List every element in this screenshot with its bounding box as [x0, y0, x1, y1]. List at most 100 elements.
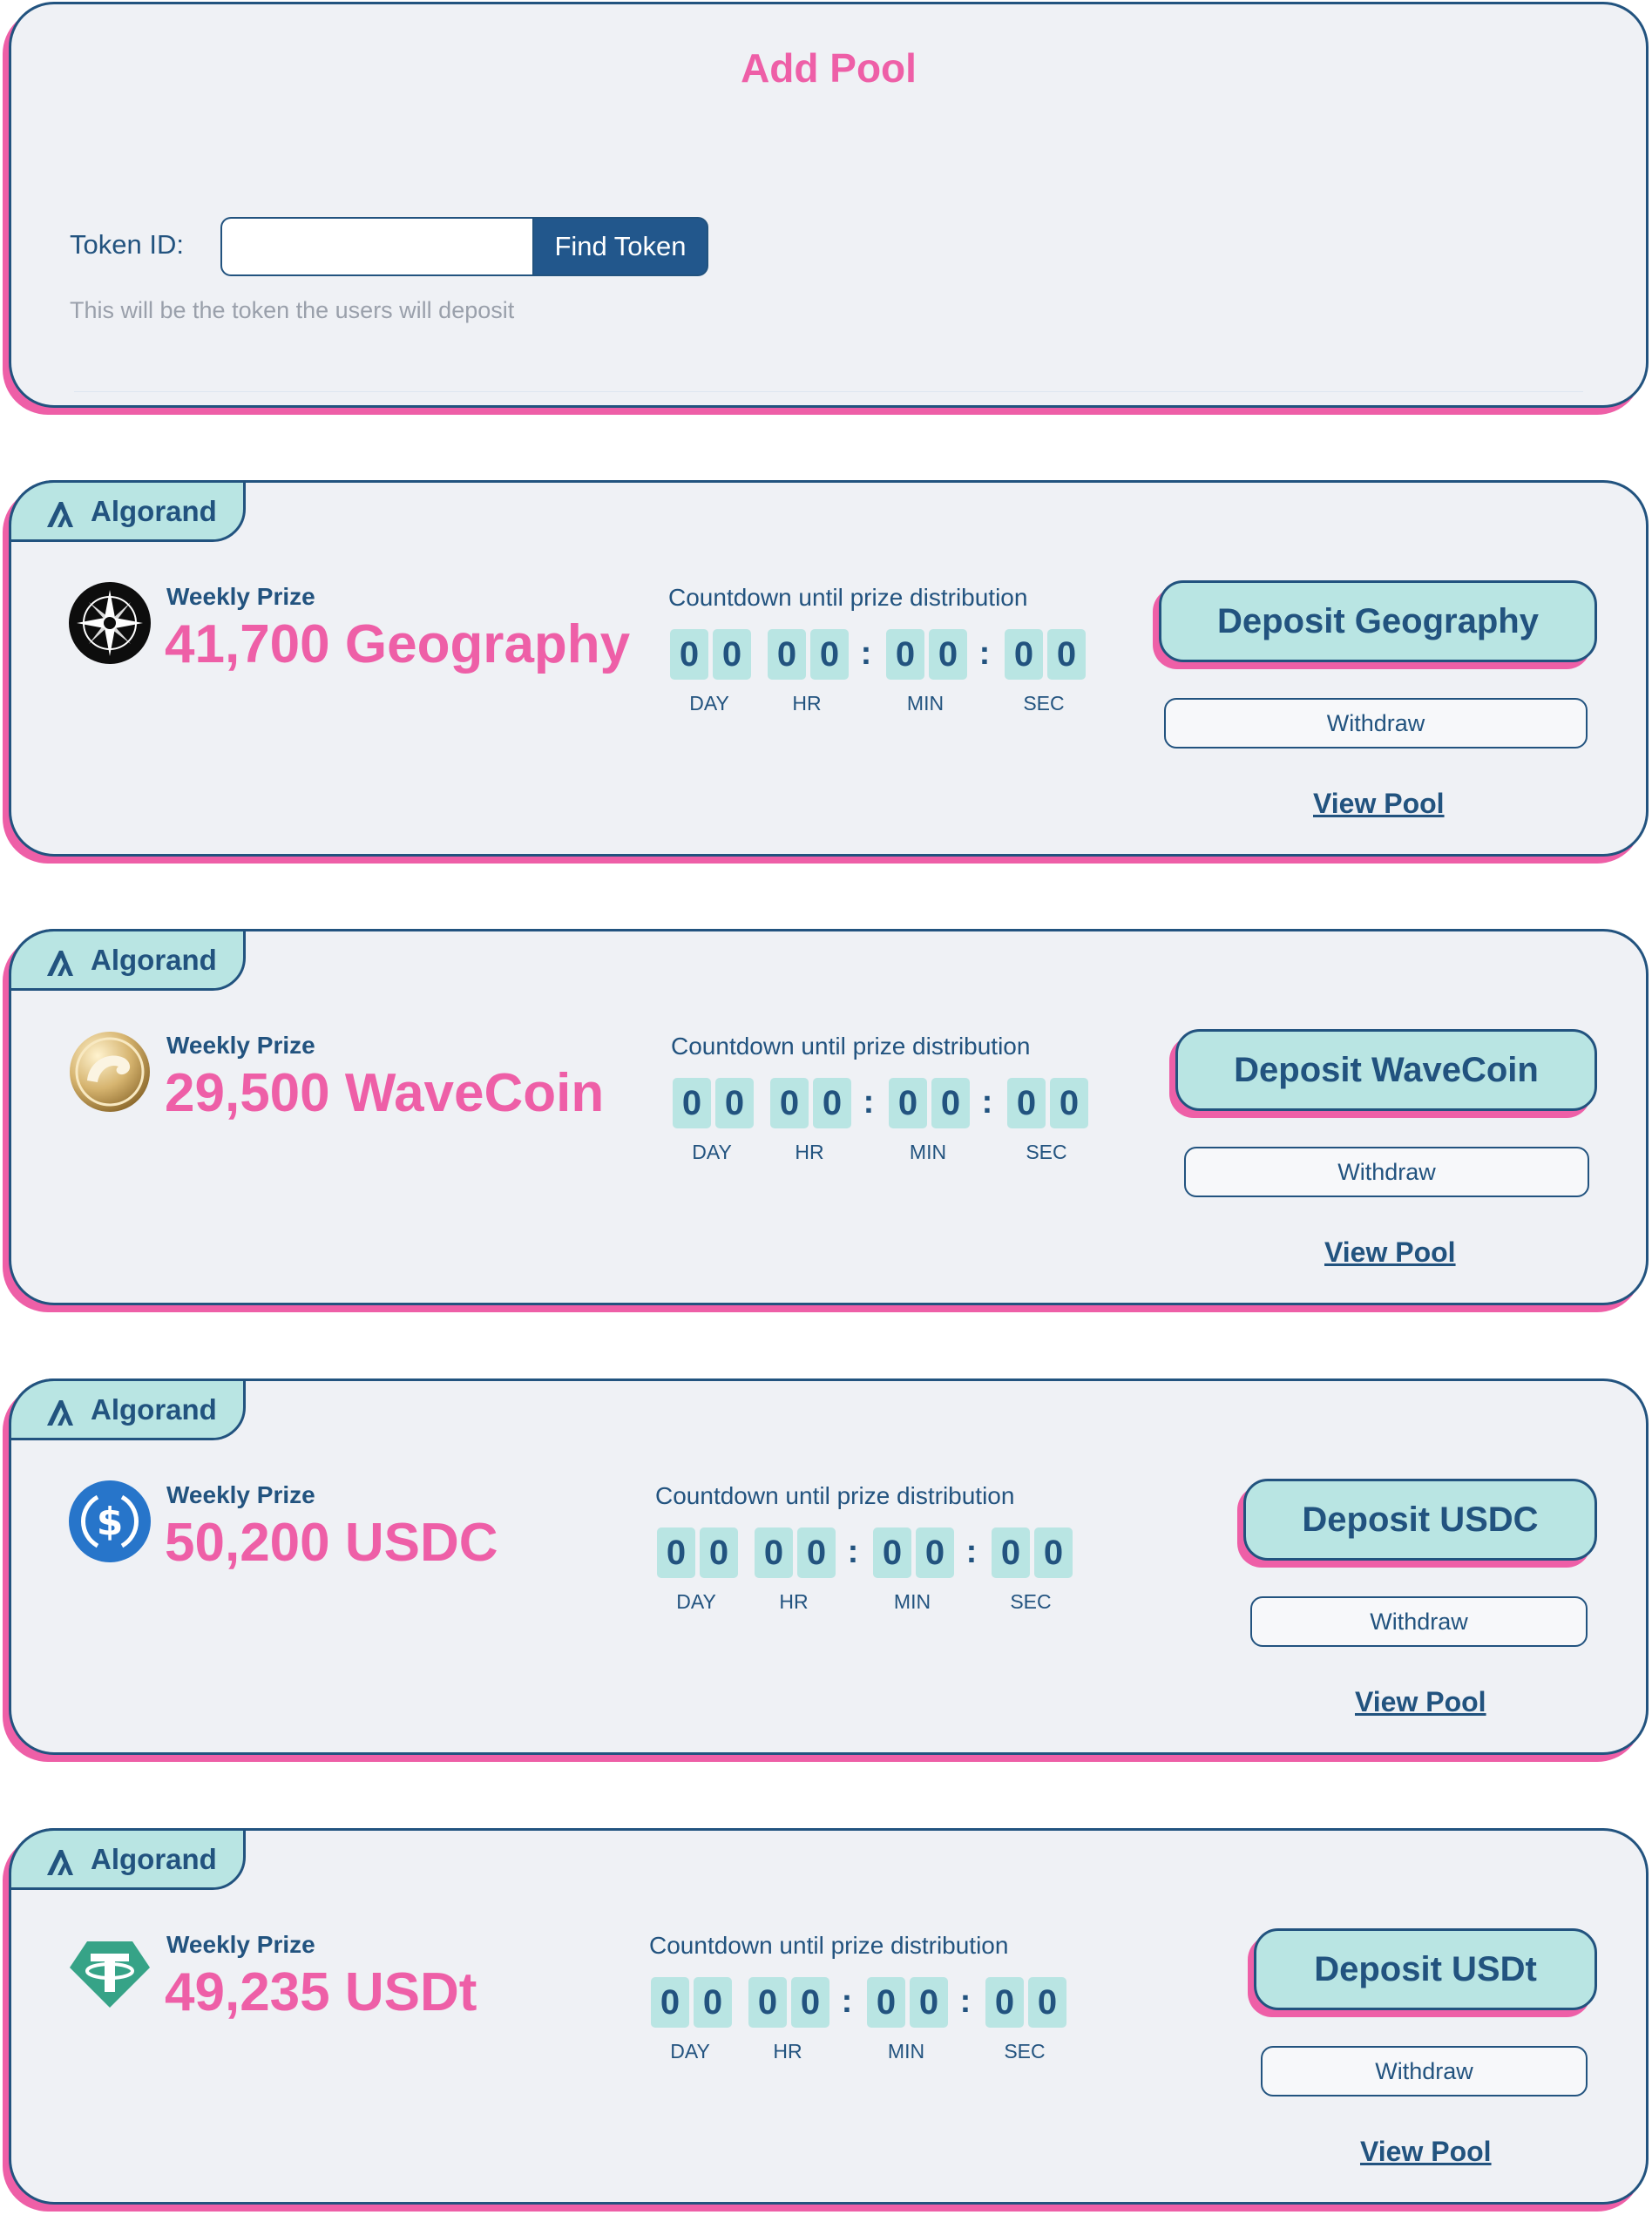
countdown-digit: 0 — [929, 629, 967, 680]
deposit-button[interactable]: Deposit USDC — [1243, 1479, 1597, 1561]
chain-tab: Algorand — [9, 1378, 246, 1440]
countdown-colon: : — [981, 1084, 993, 1121]
countdown-colon: : — [978, 635, 991, 672]
countdown-digit: 0 — [1034, 1527, 1073, 1578]
view-pool-link[interactable]: View Pool — [1313, 788, 1445, 820]
view-pool-link[interactable]: View Pool — [1360, 2136, 1492, 2168]
countdown-digit: 0 — [791, 1977, 829, 2028]
countdown-digit: 0 — [889, 1078, 927, 1128]
token-hint-text: This will be the token the users will de… — [70, 297, 515, 323]
divider — [74, 391, 1583, 392]
algorand-icon — [47, 1400, 73, 1426]
countdown-digit: 0 — [755, 1527, 793, 1578]
deposit-button[interactable]: Deposit WaveCoin — [1175, 1029, 1597, 1111]
countdown-unit-min: MIN — [909, 1141, 947, 1163]
countdown-title: Countdown until prize distribution — [668, 584, 1028, 611]
pool-card: Algorand $ Weekly Prize 50,200 USDC Coun… — [9, 1378, 1649, 1755]
chain-tab: Algorand — [9, 480, 246, 542]
countdown-digit: 0 — [770, 1078, 809, 1128]
countdown-unit-day: DAY — [692, 1141, 732, 1163]
countdown-digit: 0 — [1028, 1977, 1066, 2028]
countdown-digit: 0 — [910, 1977, 948, 2028]
algorand-icon — [47, 502, 73, 527]
tether-icon — [70, 1941, 150, 2008]
countdown-digit: 0 — [694, 1977, 732, 2028]
countdown-digit: 0 — [713, 629, 751, 680]
compass-star-icon — [69, 582, 151, 664]
countdown-unit-day: DAY — [670, 2040, 710, 2063]
svg-text:$: $ — [97, 1500, 124, 1544]
prize-amount: 50,200 USDC — [165, 1513, 498, 1573]
usdc-icon: $ — [69, 1480, 151, 1562]
add-pool-title: Add Pool — [741, 45, 917, 91]
countdown-digit: 0 — [748, 1977, 787, 2028]
countdown-unit-sec: SEC — [1004, 2040, 1046, 2063]
countdown: Countdown until prize distribution 0 0 0… — [649, 1932, 1066, 2063]
countdown-colon: : — [959, 1983, 972, 2020]
countdown-colon: : — [847, 1534, 859, 1570]
pool-card: Algorand Weekly Prize 29,500 WaveCoin Co… — [9, 929, 1649, 1305]
chain-label: Algorand — [91, 1393, 217, 1426]
countdown-digit: 0 — [1047, 629, 1086, 680]
countdown-digit: 0 — [916, 1527, 954, 1578]
countdown-unit-hr: HR — [795, 1141, 824, 1163]
countdown-unit-sec: SEC — [1023, 692, 1065, 715]
countdown: Countdown until prize distribution 0 0 0… — [668, 584, 1086, 715]
countdown-digit: 0 — [670, 629, 708, 680]
countdown-digit: 0 — [886, 629, 924, 680]
withdraw-button[interactable]: Withdraw — [1164, 698, 1588, 748]
prize-label: Weekly Prize — [166, 1931, 315, 1958]
chain-tab: Algorand — [9, 1828, 246, 1890]
find-token-button[interactable]: Find Token — [532, 217, 708, 276]
countdown-title: Countdown until prize distribution — [655, 1482, 1015, 1509]
algorand-icon — [47, 1850, 73, 1875]
view-pool-link[interactable]: View Pool — [1355, 1686, 1486, 1718]
countdown-unit-day: DAY — [689, 692, 729, 715]
countdown-colon: : — [863, 1084, 875, 1121]
chain-label: Algorand — [91, 495, 217, 527]
chain-label: Algorand — [91, 1843, 217, 1875]
prize-label: Weekly Prize — [166, 1032, 315, 1059]
countdown-unit-min: MIN — [906, 692, 944, 715]
deposit-button[interactable]: Deposit USDt — [1254, 1928, 1597, 2010]
withdraw-button[interactable]: Withdraw — [1261, 2046, 1588, 2096]
wave-coin-icon — [70, 1032, 150, 1112]
countdown-title: Countdown until prize distribution — [649, 1932, 1009, 1959]
countdown-unit-sec: SEC — [1010, 1590, 1052, 1613]
countdown-colon: : — [841, 1983, 853, 2020]
prize-amount: 29,500 WaveCoin — [165, 1063, 605, 1123]
deposit-button[interactable]: Deposit Geography — [1159, 580, 1597, 662]
token-id-label: Token ID: — [70, 229, 184, 260]
countdown-digit: 0 — [673, 1078, 711, 1128]
pool-card: Algorand Weekly Prize 41,700 Geography C… — [9, 480, 1649, 857]
countdown-digit: 0 — [1050, 1078, 1088, 1128]
countdown-digit: 0 — [1005, 629, 1043, 680]
countdown-digit: 0 — [715, 1078, 754, 1128]
withdraw-button[interactable]: Withdraw — [1184, 1147, 1589, 1197]
view-pool-link[interactable]: View Pool — [1324, 1236, 1456, 1269]
prize-amount: 49,235 USDt — [165, 1962, 477, 2022]
countdown-unit-day: DAY — [676, 1590, 716, 1613]
countdown-digit: 0 — [873, 1527, 911, 1578]
countdown-digit: 0 — [985, 1977, 1024, 2028]
countdown-unit-min: MIN — [887, 2040, 925, 2063]
countdown-digit: 0 — [867, 1977, 905, 2028]
countdown-title: Countdown until prize distribution — [671, 1033, 1031, 1060]
countdown-digit: 0 — [931, 1078, 970, 1128]
countdown-unit-min: MIN — [893, 1590, 931, 1613]
chain-tab: Algorand — [9, 929, 246, 991]
countdown-digit: 0 — [651, 1977, 689, 2028]
countdown-digit: 0 — [813, 1078, 851, 1128]
countdown-digit: 0 — [992, 1527, 1030, 1578]
countdown: Countdown until prize distribution 0 0 0… — [671, 1033, 1088, 1163]
algorand-icon — [47, 951, 73, 976]
countdown-colon: : — [965, 1534, 978, 1570]
countdown-unit-hr: HR — [779, 1590, 809, 1613]
prize-label: Weekly Prize — [166, 583, 315, 610]
withdraw-button[interactable]: Withdraw — [1250, 1596, 1588, 1647]
countdown-unit-hr: HR — [792, 692, 822, 715]
countdown: Countdown until prize distribution 0 0 0… — [655, 1482, 1073, 1613]
prize-amount: 41,700 Geography — [165, 614, 631, 674]
countdown-digit: 0 — [810, 629, 849, 680]
token-id-input[interactable] — [220, 217, 545, 276]
